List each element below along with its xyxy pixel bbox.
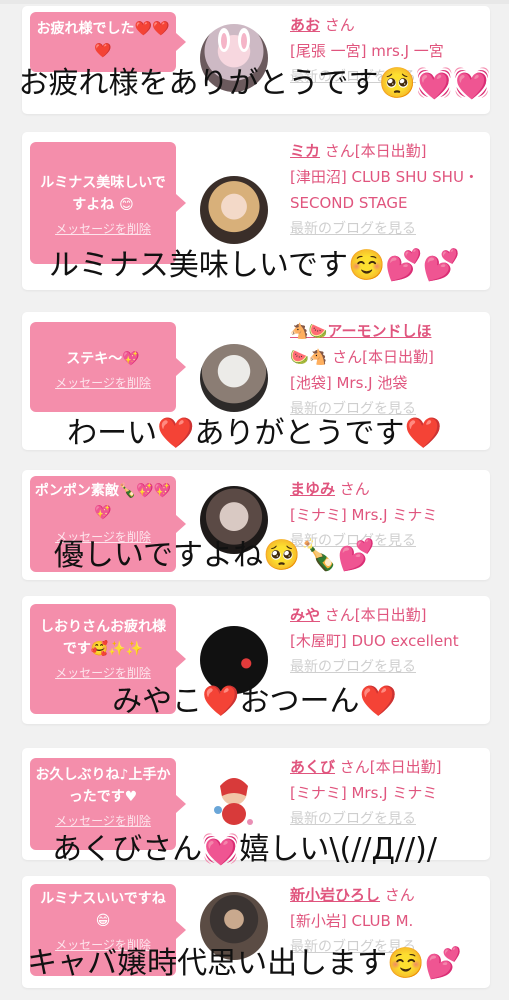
san-suffix: さん[本日出勤] (339, 758, 442, 776)
shop-label: [池袋] Mrs.J 池袋 (290, 374, 408, 392)
delete-message-link[interactable]: メッセージを削除 (34, 812, 172, 830)
message-text: ポンポン素敵🍾💖💖💖 (34, 483, 172, 521)
shop-label: [ミナミ] Mrs.J ミナミ (290, 784, 438, 802)
avatar-blonde[interactable] (200, 176, 268, 244)
overlay-caption: 優しいですよね🥺🍾💕 (53, 538, 376, 573)
san-suffix: さん (324, 16, 355, 34)
overlay-caption: あくびさん💓嬉しい\(//Д//)/ (52, 832, 437, 867)
san-suffix: さん[本日出勤] (324, 606, 427, 624)
overlay-caption: お疲れ様をありがとうです🥺💓💓 (18, 66, 491, 101)
cast-name-link[interactable]: 新小岩ひろし (290, 886, 380, 904)
cast-info: あくび さん[本日出勤] [ミナミ] Mrs.J ミナミ 最新のブログを見る (290, 754, 482, 832)
name-suffix-emoji: 🍉🐴 (290, 348, 328, 366)
san-suffix: さん (384, 886, 415, 904)
message-text: しおりさんお疲れ様です🥰✨✨ (40, 619, 166, 657)
top-divider (0, 0, 509, 4)
delete-message-link[interactable]: メッセージを削除 (34, 374, 172, 392)
avatar-cartoon[interactable] (200, 766, 268, 834)
message-text: ルミナス美味しいですよね 😊 (40, 175, 166, 213)
shop-label: [木屋町] DUO excellent (290, 632, 459, 650)
cast-name-link[interactable]: ミカ (290, 142, 320, 160)
message-text: お疲れ様でした❤️❤️❤️ (36, 21, 170, 59)
overlay-caption: ルミナス美味しいです☺️💕💕 (48, 248, 461, 283)
san-suffix: さん (339, 480, 370, 498)
avatar-cap[interactable] (200, 344, 268, 412)
message-bubble: ステキ〜💖 メッセージを削除 (30, 322, 186, 412)
san-suffix: さん[本日出勤] (332, 348, 434, 366)
shop-label: [尾張 一宮] mrs.J 一宮 (290, 42, 444, 60)
delete-message-link[interactable]: メッセージを削除 (34, 664, 172, 682)
cast-name-link[interactable]: あお (290, 16, 320, 34)
shop-label: [ミナミ] Mrs.J ミナミ (290, 506, 438, 524)
cast-name-link[interactable]: みや (290, 606, 320, 624)
cast-info: 🐴🍉アーモンドしほ 🍉🐴 さん[本日出勤] [池袋] Mrs.J 池袋 最新のブ… (290, 318, 482, 422)
message-text: お久しぶりね♪上手かったです♥ (35, 767, 171, 805)
overlay-caption: みやこ❤️おつーん❤️ (112, 684, 397, 719)
blog-link[interactable]: 最新のブログを見る (290, 654, 482, 680)
cast-name-link[interactable]: まゆみ (290, 480, 335, 498)
message-bubble: お疲れ様でした❤️❤️❤️ (30, 12, 186, 72)
san-suffix: さん[本日出勤] (324, 142, 427, 160)
shop-label: [新小岩] CLUB M. (290, 912, 414, 930)
blog-link[interactable]: 最新のブログを見る (290, 216, 482, 242)
message-text: ルミナスいいですね😁 (40, 891, 166, 929)
message-text: ステキ〜💖 (66, 351, 140, 367)
overlay-caption: わーい❤️ありがとうです❤️ (67, 416, 442, 451)
overlay-caption: キャバ嬢時代思い出します☺️💕 (27, 946, 462, 981)
cast-name-link[interactable]: あくび (290, 758, 335, 776)
blog-link[interactable]: 最新のブログを見る (290, 806, 482, 832)
delete-message-link[interactable]: メッセージを削除 (34, 220, 172, 238)
cast-info: みや さん[本日出勤] [木屋町] DUO excellent 最新のブログを見… (290, 602, 482, 680)
cast-name-link[interactable]: 🐴🍉アーモンドしほ (290, 322, 431, 340)
cast-info: ミカ さん[本日出勤] [津田沼] CLUB SHU SHU・SECOND ST… (290, 138, 482, 242)
shop-label: [津田沼] CLUB SHU SHU・SECOND STAGE (290, 168, 479, 212)
